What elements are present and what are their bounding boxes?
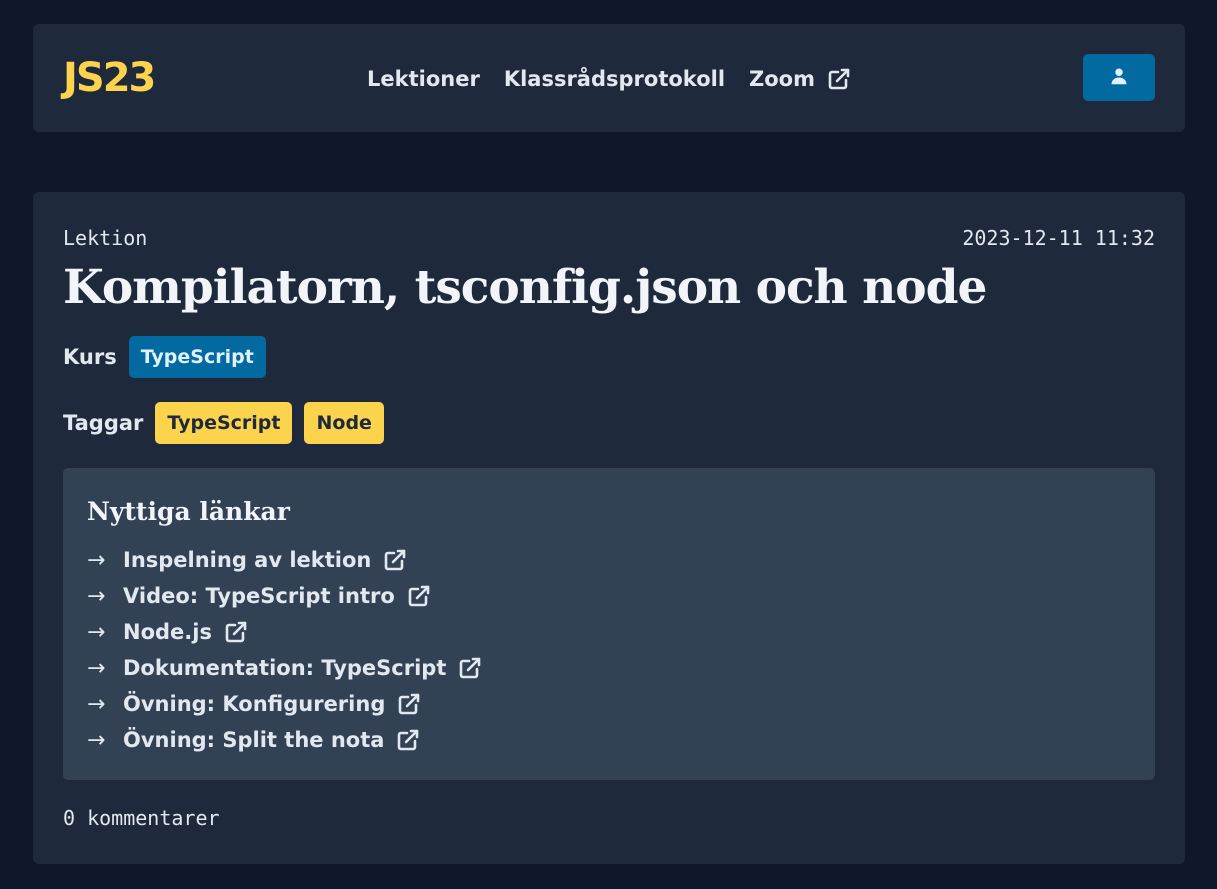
tags-row: Taggar TypeScript Node: [63, 402, 384, 444]
link-label: Video: TypeScript intro: [123, 584, 395, 608]
nav-link-label: Zoom: [749, 67, 815, 91]
lesson-meta: Lektion 2023-12-11 11:32: [63, 226, 1155, 250]
link-video-typescript-intro[interactable]: Video: TypeScript intro: [123, 584, 431, 608]
nav-link-label: Lektioner: [367, 67, 480, 91]
link-inspelning[interactable]: Inspelning av lektion: [123, 548, 407, 572]
list-item: → Övning: Konfigurering: [87, 686, 1131, 722]
list-item: → Övning: Split the nota: [87, 722, 1131, 758]
link-ovning-konfigurering[interactable]: Övning: Konfigurering: [123, 692, 421, 716]
link-label: Övning: Split the nota: [123, 728, 385, 752]
useful-links-heading: Nyttiga länkar: [87, 497, 290, 526]
list-item: → Node.js: [87, 614, 1131, 650]
navbar: JS23 Lektioner Klassrådsprotokoll Zoom: [33, 24, 1185, 132]
useful-links-panel: Nyttiga länkar → Inspelning av lektion →…: [63, 468, 1155, 780]
nav-link-klassradsprotokoll[interactable]: Klassrådsprotokoll: [504, 67, 725, 91]
nav-link-lektioner[interactable]: Lektioner: [367, 67, 480, 91]
link-label: Node.js: [123, 620, 212, 644]
lesson-type-label: Lektion: [63, 226, 148, 250]
arrow-right-icon: →: [87, 655, 106, 681]
user-icon: [1110, 67, 1128, 88]
main-nav: Lektioner Klassrådsprotokoll Zoom: [367, 60, 851, 98]
tags-label: Taggar: [63, 411, 144, 435]
external-link-icon: [396, 728, 420, 752]
list-item: → Video: TypeScript intro: [87, 578, 1131, 614]
external-link-icon: [397, 692, 421, 716]
external-link-icon: [458, 656, 482, 680]
lesson-title: Kompilatorn, tsconfig.json och node: [63, 260, 987, 315]
site-logo[interactable]: JS23: [63, 52, 156, 104]
lesson-card: Lektion 2023-12-11 11:32 Kompilatorn, ts…: [33, 192, 1185, 864]
course-label: Kurs: [63, 345, 117, 369]
link-label: Dokumentation: TypeScript: [123, 656, 447, 680]
comments-count[interactable]: 0 kommentarer: [63, 806, 220, 830]
link-nodejs[interactable]: Node.js: [123, 620, 248, 644]
nav-link-label: Klassrådsprotokoll: [503, 67, 726, 91]
link-label: Inspelning av lektion: [123, 548, 372, 572]
course-row: Kurs TypeScript: [63, 336, 266, 378]
list-item: → Inspelning av lektion: [87, 542, 1131, 578]
link-ovning-split-the-nota[interactable]: Övning: Split the nota: [123, 728, 420, 752]
lesson-date: 2023-12-11 11:32: [962, 226, 1155, 250]
arrow-right-icon: →: [87, 547, 106, 573]
tag-badge-typescript[interactable]: TypeScript: [155, 402, 293, 444]
tag-badge-node[interactable]: Node: [304, 402, 384, 444]
external-link-icon: [383, 548, 407, 572]
link-dokumentation-typescript[interactable]: Dokumentation: TypeScript: [123, 656, 482, 680]
external-link-icon: [407, 584, 431, 608]
arrow-right-icon: →: [87, 691, 106, 717]
user-menu-button[interactable]: [1083, 54, 1155, 101]
external-link-icon: [827, 67, 851, 91]
link-label: Övning: Konfigurering: [123, 692, 386, 716]
arrow-right-icon: →: [87, 727, 106, 753]
useful-links-list: → Inspelning av lektion → Video: TypeScr…: [87, 542, 1131, 758]
arrow-right-icon: →: [87, 619, 106, 645]
arrow-right-icon: →: [87, 583, 106, 609]
list-item: → Dokumentation: TypeScript: [87, 650, 1131, 686]
course-badge[interactable]: TypeScript: [128, 336, 266, 378]
nav-link-zoom[interactable]: Zoom: [749, 67, 851, 91]
external-link-icon: [224, 620, 248, 644]
